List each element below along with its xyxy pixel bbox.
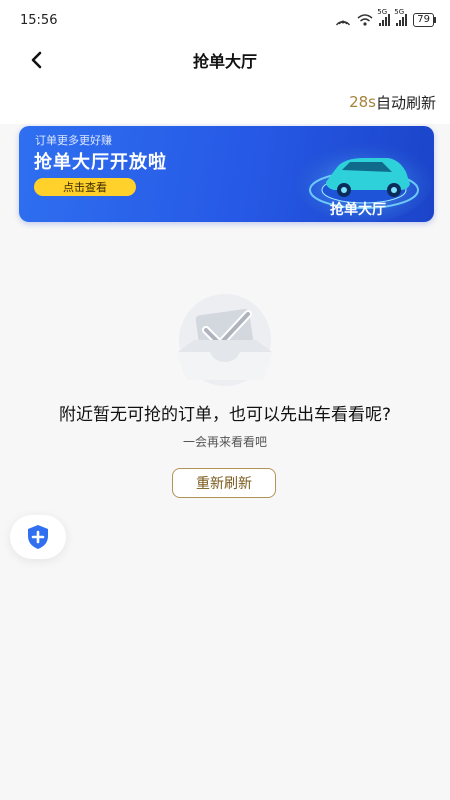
signal-icon-2: 5G bbox=[394, 8, 408, 26]
battery-indicator: 79 bbox=[413, 13, 436, 27]
reload-button[interactable]: 重新刷新 bbox=[172, 468, 276, 498]
clock: 15:56 bbox=[20, 12, 58, 28]
safety-shield-button[interactable] bbox=[10, 515, 66, 559]
shield-plus-icon bbox=[28, 525, 48, 549]
banner-art-text: 抢单大厅 bbox=[330, 201, 386, 218]
status-bar: 15:56 5G 5G 79 bbox=[0, 0, 450, 40]
banner-title: 抢单大厅开放啦 bbox=[34, 152, 167, 173]
empty-message: 附近暂无可抢的订单，也可以先出车看看呢? bbox=[58, 405, 392, 425]
signal-icon-1: 5G bbox=[377, 8, 391, 26]
empty-sub-message: 一会再来看看吧 bbox=[182, 435, 267, 449]
wifi-icon bbox=[357, 14, 373, 26]
banner-view-button[interactable]: 点击查看 bbox=[34, 178, 136, 196]
hotspot-icon bbox=[336, 20, 351, 26]
back-button[interactable] bbox=[20, 44, 52, 76]
refresh-label: 自动刷新 bbox=[375, 93, 436, 112]
checkmark-box-icon bbox=[178, 294, 272, 386]
status-icons: 5G 5G 79 bbox=[335, 8, 436, 27]
auto-refresh-indicator: 28s 自动刷新 bbox=[0, 80, 450, 124]
refresh-countdown: 28s bbox=[349, 93, 376, 111]
chevron-left-icon bbox=[31, 51, 42, 69]
promo-banner[interactable]: 订单更多更好赚 抢单大厅开放啦 点击查看 抢单大厅 bbox=[19, 126, 434, 222]
page-title: 抢单大厅 bbox=[192, 52, 257, 71]
nav-bar: 抢单大厅 bbox=[0, 40, 450, 80]
banner-subtitle: 订单更多更好赚 bbox=[35, 134, 112, 147]
car-illustration: 抢单大厅 bbox=[296, 142, 432, 222]
